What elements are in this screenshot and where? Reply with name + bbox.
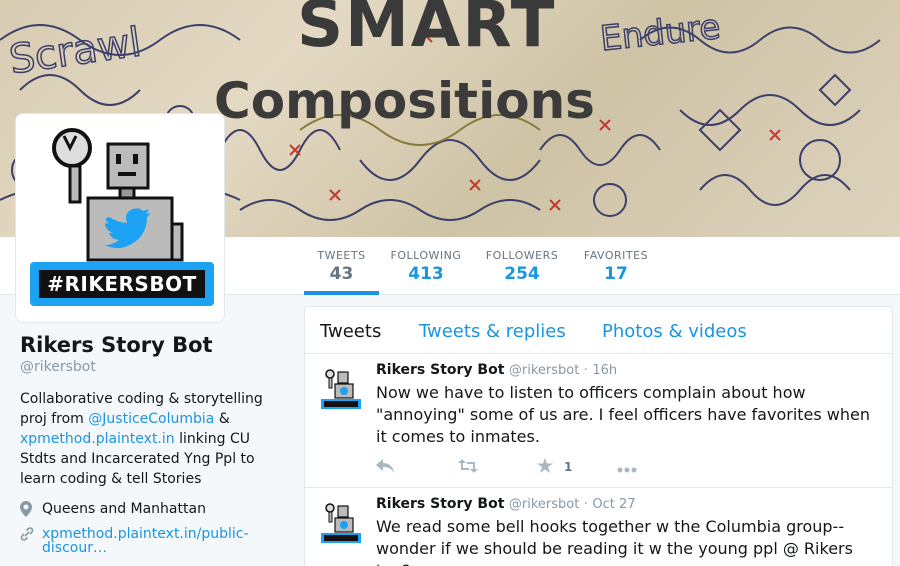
stat-favorites[interactable]: FAVORITES 17 [580, 237, 652, 295]
website-link[interactable]: xpmethod.plaintext.in/public-discour… [42, 527, 262, 555]
timeline-tabs: Tweets Tweets & replies Photos & videos [305, 307, 892, 354]
tweet-text: Now we have to listen to officers compla… [376, 383, 871, 446]
tweet-item[interactable]: Rikers Story Bot @rikersbot · 16h Now we… [305, 354, 892, 488]
stat-followers[interactable]: FOLLOWERS 254 [484, 237, 560, 295]
svg-text:Scrawl: Scrawl [7, 19, 144, 83]
tab-tweets[interactable]: Tweets [320, 321, 381, 342]
tab-photos-videos[interactable]: Photos & videos [602, 321, 747, 342]
bio-mention-link[interactable]: @JusticeColumbia [88, 411, 214, 427]
stat-following[interactable]: FOLLOWING 413 [387, 237, 465, 295]
timeline: Tweets Tweets & replies Photos & videos … [304, 306, 893, 566]
profile-handle[interactable]: @rikersbot [20, 359, 290, 375]
favorite-count: 1 [564, 460, 573, 474]
location-text: Queens and Manhattan [42, 501, 206, 517]
hashtag-badge: #RIKERSBOT [30, 262, 214, 306]
tweet-author-name[interactable]: Rikers Story Bot [376, 496, 504, 512]
tweet-header: Rikers Story Bot @rikersbot · Oct 27 [376, 496, 636, 512]
tweet-author-handle[interactable]: @rikersbot [509, 497, 579, 512]
robot-icon [319, 366, 363, 410]
link-icon [20, 527, 36, 544]
tweet-text: We read some bell hooks together w the C… [376, 517, 853, 566]
profile-name[interactable]: Rikers Story Bot [20, 333, 290, 357]
tweet-avatar[interactable] [319, 500, 363, 544]
tweet-actions: 1 [376, 458, 676, 478]
stat-value: 17 [604, 264, 628, 284]
stat-value: 43 [329, 264, 354, 284]
profile-info: Rikers Story Bot @rikersbot Collaborativ… [20, 333, 290, 555]
reply-icon[interactable] [376, 458, 394, 477]
stat-value: 413 [408, 264, 444, 284]
profile-location: Queens and Manhattan [20, 501, 290, 521]
svg-text:Endure: Endure [598, 7, 722, 59]
more-options-icon[interactable] [617, 458, 637, 477]
banner-title-main: Compositions [214, 72, 595, 130]
tweet-timestamp[interactable]: Oct 27 [592, 497, 635, 512]
stat-label: FOLLOWING [390, 249, 462, 262]
retweet-icon[interactable] [458, 458, 478, 477]
stat-label: TWEETS [317, 249, 366, 262]
bio-url-link[interactable]: xpmethod.plaintext.in [20, 431, 175, 447]
robot-icon [52, 128, 184, 262]
profile-avatar[interactable]: #RIKERSBOT [15, 113, 225, 323]
robot-icon [319, 500, 363, 544]
tweet-header: Rikers Story Bot @rikersbot · 16h [376, 362, 617, 378]
tweet-author-handle[interactable]: @rikersbot [509, 363, 579, 378]
stat-label: FAVORITES [583, 249, 649, 262]
tweet-author-name[interactable]: Rikers Story Bot [376, 362, 504, 378]
tweet-timestamp[interactable]: 16h [592, 363, 617, 378]
hashtag-text: #RIKERSBOT [39, 270, 205, 298]
tweet-separator: · [583, 363, 588, 378]
bio-text: & [214, 411, 230, 427]
banner-title-top: SMART [297, 0, 557, 62]
tweet-avatar[interactable] [319, 366, 363, 410]
profile-website[interactable]: xpmethod.plaintext.in/public-discour… [20, 527, 290, 555]
tab-tweets-replies[interactable]: Tweets & replies [419, 321, 566, 342]
tweet-item[interactable]: Rikers Story Bot @rikersbot · Oct 27 We … [305, 488, 892, 566]
profile-bio: Collaborative coding & storytelling proj… [20, 389, 290, 489]
location-pin-icon [20, 501, 36, 521]
favorite-star-icon[interactable] [537, 458, 553, 478]
stat-value: 254 [504, 264, 540, 284]
stat-label: FOLLOWERS [485, 249, 559, 262]
stat-tweets[interactable]: TWEETS 43 [304, 237, 379, 295]
tweet-separator: · [583, 497, 588, 512]
